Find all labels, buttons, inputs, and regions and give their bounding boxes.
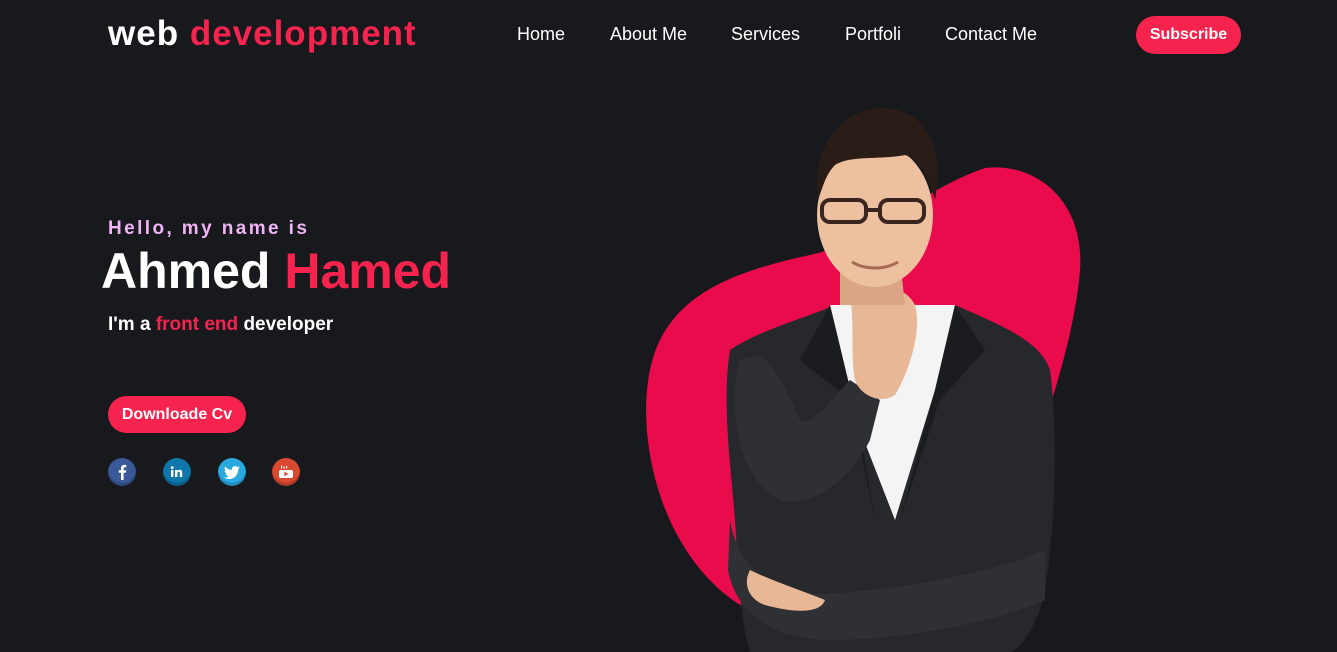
twitter-icon[interactable] [218,458,246,486]
nav-services[interactable]: Services [731,24,800,45]
logo-accent: development [189,14,417,53]
logo-prefix: web [108,14,180,53]
last-name: Hamed [284,243,452,299]
tagline-suffix: developer [243,314,334,335]
nav-portfolio[interactable]: Portfoli [845,24,901,45]
download-cv-button[interactable]: Downloade Cv [108,396,246,433]
tagline-highlight: front end [155,314,239,335]
facebook-icon[interactable] [108,458,136,486]
nav-home[interactable]: Home [517,24,565,45]
subscribe-button[interactable]: Subscribe [1136,16,1241,54]
greeting-text: Hello, my name is [108,218,310,239]
hero-name: Ahmed Hamed [101,243,451,299]
site-logo[interactable]: web development [108,14,417,54]
nav-about-me[interactable]: About Me [610,24,687,45]
linkedin-icon[interactable] [163,458,191,486]
first-name: Ahmed [101,243,271,299]
tagline-prefix: I'm a [108,314,151,335]
youtube-icon[interactable] [272,458,300,486]
nav-contact-me[interactable]: Contact Me [945,24,1037,45]
hero-tagline: I'm a front end developer [108,314,333,336]
developer-portrait [726,108,1055,652]
portfolio-page: web development Home About Me Services P… [0,0,1337,652]
